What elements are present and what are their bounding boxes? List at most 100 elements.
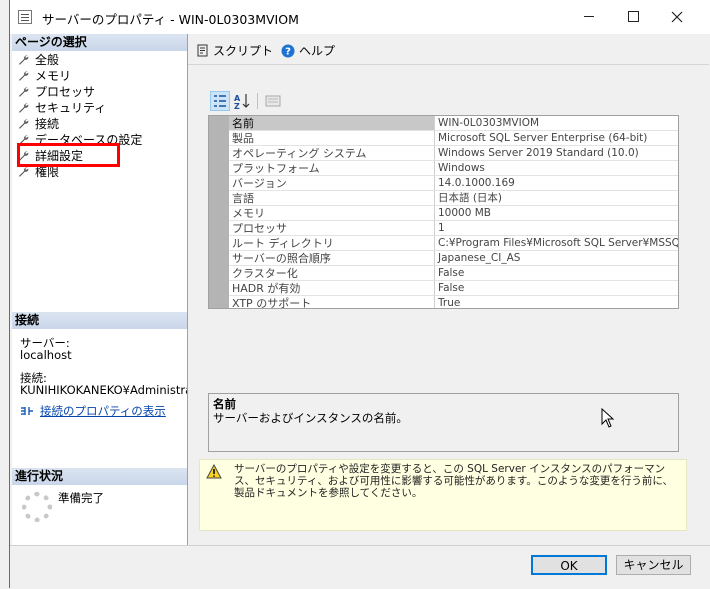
property-name: HADR が有効 — [229, 281, 435, 296]
wrench-icon — [19, 103, 29, 113]
alphabetical-sort-icon: AZ — [234, 94, 250, 111]
page-item-label: メモリ — [35, 69, 72, 83]
progress-header: 進行状況 — [12, 468, 187, 485]
property-name: ルート ディレクトリ — [229, 236, 435, 251]
property-name: バージョン — [229, 176, 435, 191]
property-row[interactable]: メモリ 10000 MB — [229, 206, 678, 221]
property-value: 1 — [435, 221, 678, 236]
page-item-processors[interactable]: プロセッサ — [18, 84, 95, 100]
property-name: クラスター化 — [229, 266, 435, 281]
page-item-general[interactable]: 全般 — [18, 52, 59, 68]
property-row[interactable]: バージョン 14.0.1000.169 — [229, 176, 678, 191]
property-row[interactable]: 製品 Microsoft SQL Server Enterprise (64-bi… — [229, 131, 678, 146]
wrench-icon — [19, 55, 29, 65]
property-row[interactable]: ルート ディレクトリ C:¥Program Files¥Microsoft SQL… — [229, 236, 678, 251]
property-name: プロセッサ — [229, 221, 435, 236]
property-value: True — [435, 296, 678, 308]
property-row[interactable]: 名前 WIN-0L0303MVIOM — [229, 116, 678, 131]
property-pages-icon — [265, 95, 281, 107]
property-row[interactable]: サーバーの照合順序 Japanese_CI_AS — [229, 251, 678, 266]
script-label: スクリプト — [213, 44, 274, 58]
help-label: ヘルプ — [299, 44, 336, 58]
property-value: 10000 MB — [435, 206, 678, 221]
cancel-button[interactable]: キャンセル — [616, 555, 691, 575]
property-value: Windows — [435, 161, 678, 176]
view-connection-properties-link[interactable]: 接続のプロパティの表示 — [40, 404, 166, 418]
property-value: Microsoft SQL Server Enterprise (64-bit) — [435, 131, 678, 146]
property-row[interactable]: クラスター化 False — [229, 266, 678, 281]
property-grid-margin — [209, 116, 229, 308]
property-name: 製品 — [229, 131, 435, 146]
page-item-label: 全般 — [35, 53, 60, 67]
page-item-label: 権限 — [35, 165, 60, 179]
property-name: サーバーの照合順序 — [229, 251, 435, 266]
svg-text:Z: Z — [234, 102, 240, 110]
property-row[interactable]: プロセッサ 1 — [229, 221, 678, 236]
maximize-button[interactable] — [611, 0, 655, 34]
property-row[interactable]: XTP のサポート True — [229, 296, 678, 308]
wrench-icon — [19, 87, 29, 97]
page-select-header: ページの選択 — [12, 34, 187, 51]
ok-button[interactable]: OK — [531, 555, 607, 575]
warning-text: サーバーのプロパティや設定を変更すると、この SQL Server インスタンス… — [234, 463, 674, 499]
minimize-icon — [584, 16, 594, 17]
property-value: 日本語 (日本) — [435, 191, 678, 206]
property-name: XTP のサポート — [229, 296, 435, 308]
alphabetical-button[interactable]: AZ — [232, 91, 252, 111]
script-icon — [197, 44, 208, 57]
property-value: 14.0.1000.169 — [435, 176, 678, 191]
svg-text:?: ? — [285, 47, 291, 58]
categorized-icon — [214, 95, 226, 107]
minimize-button[interactable] — [567, 0, 611, 34]
toolbar: スクリプト ▼ ? ヘルプ — [188, 34, 709, 65]
advanced-highlight-box — [17, 143, 120, 167]
dialog-icon — [18, 10, 32, 24]
progress-spinner-icon — [22, 492, 52, 522]
mouse-cursor-icon — [601, 408, 615, 428]
wrench-icon — [19, 71, 29, 81]
view-connection-properties[interactable]: 接続のプロパティの表示 — [20, 403, 166, 419]
script-button[interactable]: スクリプト ▼ — [196, 42, 290, 59]
property-name: オペレーティング システム — [229, 146, 435, 161]
property-name: メモリ — [229, 206, 435, 221]
property-value: Japanese_CI_AS — [435, 251, 678, 266]
close-button[interactable] — [655, 0, 699, 34]
maximize-icon — [627, 11, 639, 22]
page-item-label: 接続 — [35, 117, 60, 131]
property-row[interactable]: HADR が有効 False — [229, 281, 678, 296]
server-properties-dialog: サーバーのプロパティ - WIN-0L0303MVIOM ページの選択 全般 メ… — [9, 0, 710, 589]
left-pane: ページの選択 全般 メモリ プロセッサ セキュリティ 接続 データベースの設定 … — [12, 34, 188, 545]
toolbar-divider — [257, 93, 258, 109]
page-item-security[interactable]: セキュリティ — [18, 100, 106, 116]
dialog-button-bar: OK キャンセル — [10, 545, 710, 589]
page-item-memory[interactable]: メモリ — [18, 68, 71, 84]
property-row[interactable]: プラットフォーム Windows — [229, 161, 678, 176]
property-value: Windows Server 2019 Standard (10.0) — [435, 146, 678, 161]
property-name: 言語 — [229, 191, 435, 206]
property-row[interactable]: オペレーティング システム Windows Server 2019 Standar… — [229, 146, 678, 161]
categorized-button[interactable] — [210, 91, 230, 111]
property-value: False — [435, 266, 678, 281]
property-grid: 名前 WIN-0L0303MVIOM 製品 Microsoft SQL Server … — [208, 115, 679, 309]
right-pane: スクリプト ▼ ? ヘルプ AZ 名前WIN-0L0303MVIOM製品Micro… — [188, 34, 709, 545]
property-row[interactable]: 言語 日本語 (日本) — [229, 191, 678, 206]
page-item-label: セキュリティ — [35, 101, 107, 115]
wrench-icon — [19, 167, 29, 177]
progress-status: 準備完了 — [58, 491, 104, 505]
page-item-label: プロセッサ — [35, 85, 96, 99]
close-icon — [671, 11, 683, 22]
property-value: WIN-0L0303MVIOM — [435, 116, 678, 131]
help-icon: ? — [281, 44, 295, 58]
property-pages-button[interactable] — [263, 91, 283, 111]
connection-header: 接続 — [12, 312, 187, 329]
property-name: 名前 — [229, 116, 435, 131]
wrench-icon — [19, 119, 29, 129]
page-item-connections[interactable]: 接続 — [18, 116, 59, 132]
description-text: サーバーおよびインスタンスの名前。 — [213, 411, 408, 425]
title-bar: サーバーのプロパティ - WIN-0L0303MVIOM — [10, 0, 710, 34]
help-button[interactable]: ? ヘルプ — [281, 42, 335, 59]
warning-icon — [206, 464, 222, 479]
property-value: False — [435, 281, 678, 296]
property-name: プラットフォーム — [229, 161, 435, 176]
connection-properties-icon — [21, 407, 33, 415]
